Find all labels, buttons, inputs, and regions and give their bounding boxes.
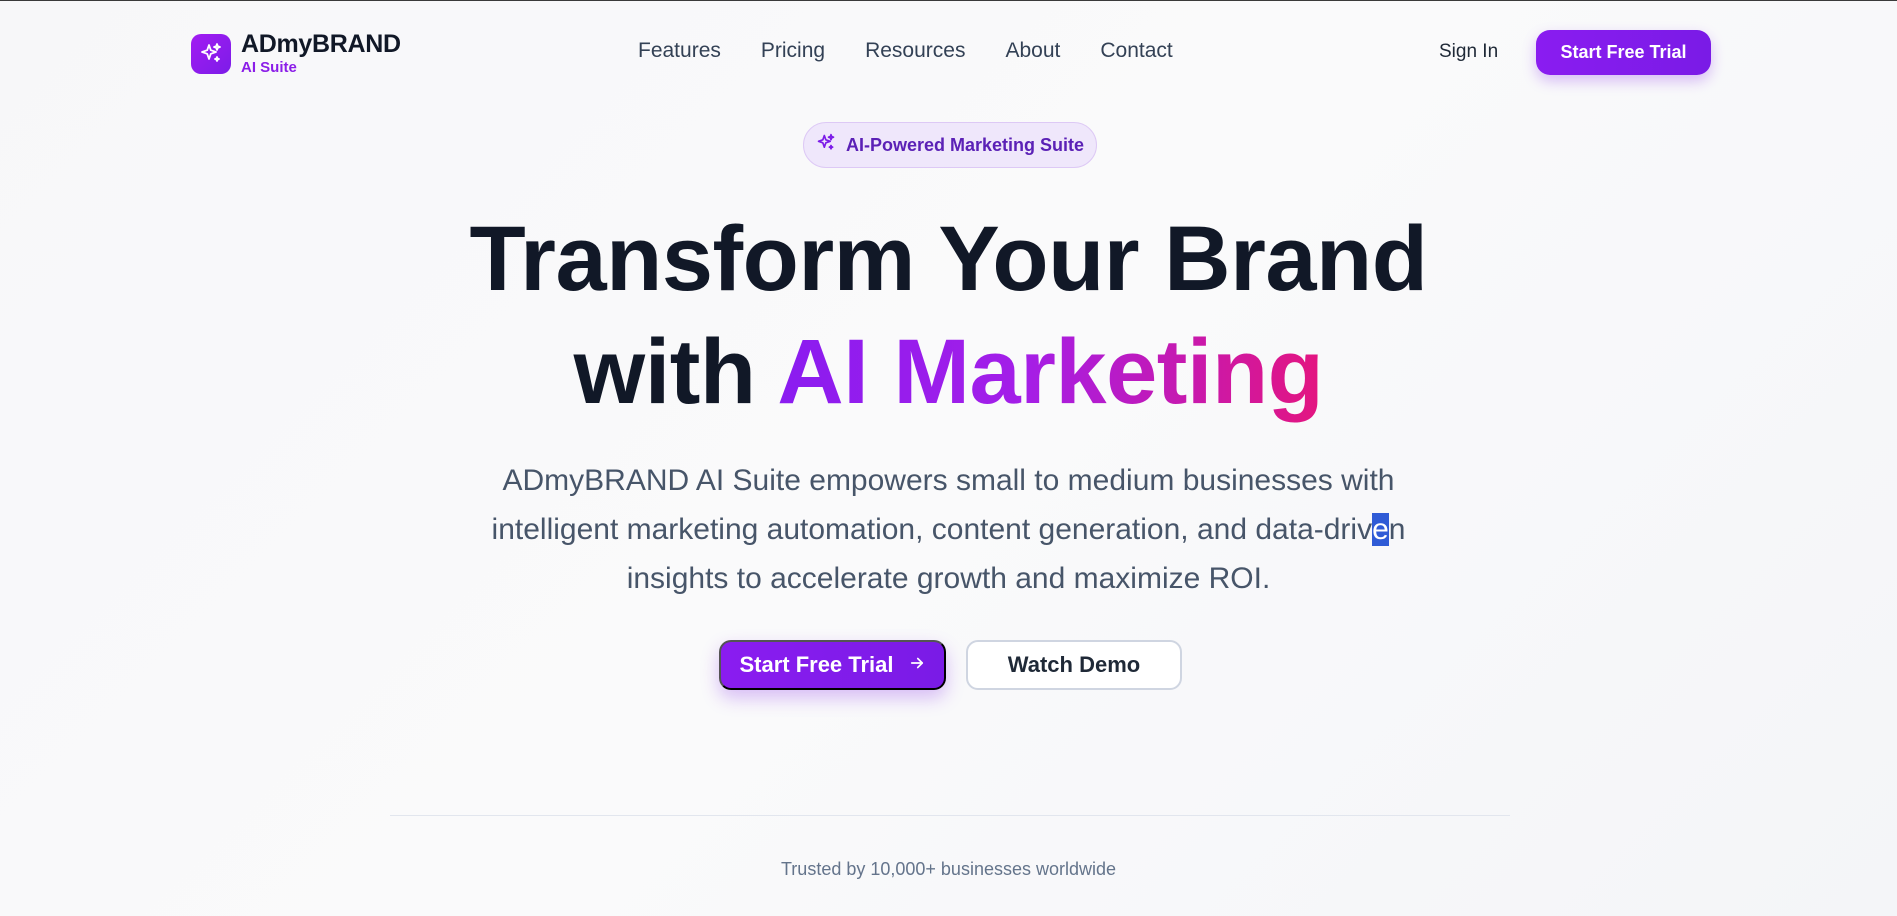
main-nav: Features Pricing Resources About Contact <box>638 39 1173 63</box>
nav-pricing[interactable]: Pricing <box>761 39 825 63</box>
hero-title-line-1: Transform Your Brand <box>469 208 1428 310</box>
sparkles-icon <box>191 33 231 74</box>
text-selection: e <box>1372 513 1389 546</box>
brand-logo[interactable]: ADmyBRAND AI Suite <box>191 32 401 75</box>
header-start-trial-button[interactable]: Start Free Trial <box>1536 30 1711 75</box>
hero-subtitle: ADmyBRAND AI Suite empowers small to med… <box>470 456 1427 603</box>
brand-subtitle: AI Suite <box>241 59 297 76</box>
arrow-right-icon <box>908 652 926 678</box>
sign-in-link[interactable]: Sign In <box>1439 41 1498 63</box>
nav-about[interactable]: About <box>1005 39 1060 63</box>
watch-demo-button[interactable]: Watch Demo <box>966 640 1182 690</box>
start-free-trial-label: Start Free Trial <box>739 652 894 677</box>
nav-resources[interactable]: Resources <box>865 39 965 63</box>
subtitle-text-1: ADmyBRAND AI Suite empowers small to med… <box>491 464 1395 546</box>
brand-name: ADmyBRAND <box>241 30 401 58</box>
nav-contact[interactable]: Contact <box>1100 39 1172 63</box>
nav-features[interactable]: Features <box>638 39 721 63</box>
sparkles-icon <box>816 133 836 158</box>
hero-title-plain: with <box>573 321 756 423</box>
start-free-trial-button[interactable]: Start Free Trial <box>719 640 946 690</box>
badge-label: AI-Powered Marketing Suite <box>845 134 1085 155</box>
section-divider <box>390 815 1510 816</box>
site-header: ADmyBRAND AI Suite Features Pricing Reso… <box>0 1 1897 103</box>
hero-title-gradient: AI Marketing <box>777 321 1324 423</box>
hero-badge: AI-Powered Marketing Suite <box>803 122 1097 168</box>
trusted-by-text: Trusted by 10,000+ businesses worldwide <box>780 859 1117 879</box>
hero-title-line-2: with AI Marketing <box>0 326 1897 418</box>
